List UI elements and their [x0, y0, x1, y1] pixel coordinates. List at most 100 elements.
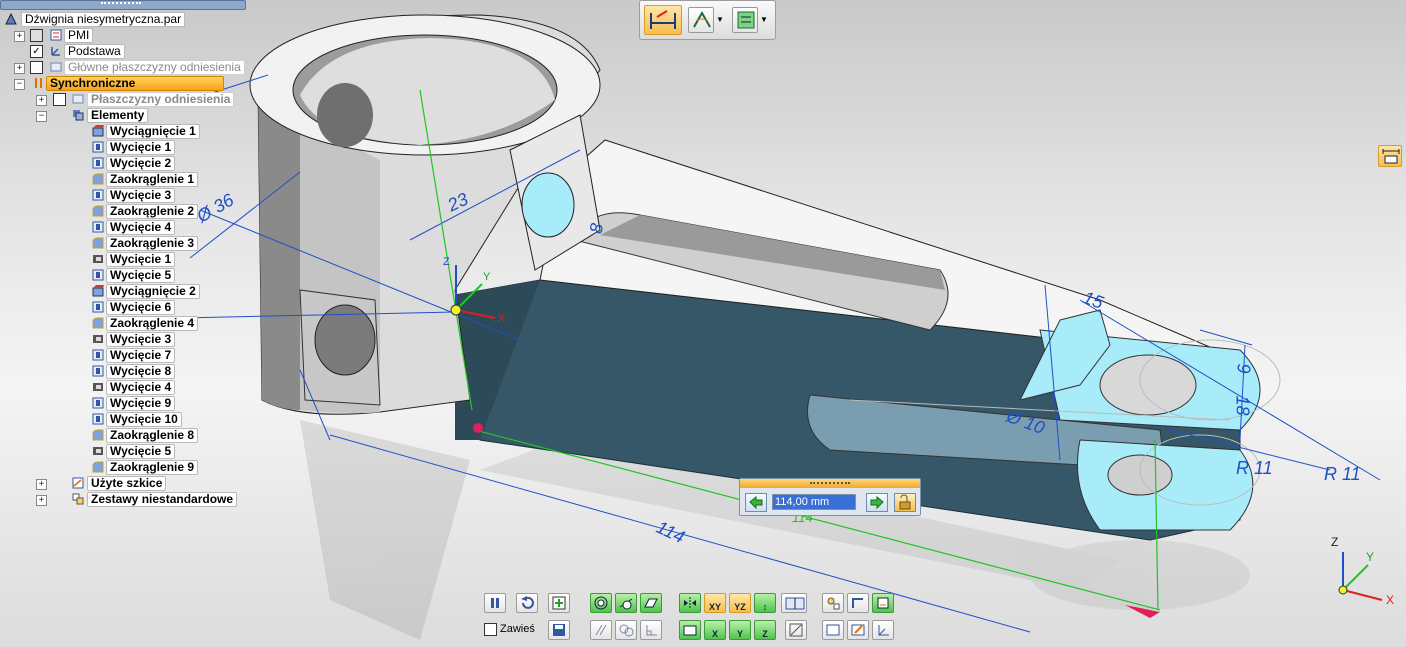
tree-item-feature[interactable]: Wycięcie 7: [106, 348, 176, 363]
hang-checkbox[interactable]: [484, 623, 497, 636]
tree-item-feature[interactable]: Wycięcie 6: [106, 300, 176, 315]
tree-item-pmi[interactable]: PMI: [64, 28, 94, 43]
coordinate-dimension-button[interactable]: [732, 7, 758, 33]
perpendicular-icon: [646, 625, 657, 636]
axis-button[interactable]: [872, 620, 894, 640]
dimension-radius-11-outer[interactable]: R 11: [1324, 464, 1361, 485]
tree-item-custom-sets[interactable]: Zestawy niestandardowe: [87, 492, 238, 507]
face-relate-button[interactable]: [822, 620, 844, 640]
tree-item-reference-planes[interactable]: Płaszczyzny odniesienia: [87, 92, 235, 107]
expand-toggle-reference-planes[interactable]: +: [36, 95, 47, 106]
checkbox-podstawa[interactable]: ✓: [30, 45, 43, 58]
coordinate-dropdown-arrow[interactable]: ▼: [760, 15, 768, 24]
checkbox-main-planes[interactable]: [30, 61, 43, 74]
tree-item-feature[interactable]: Zaokrąglenie 8: [106, 428, 199, 443]
tree-item-feature[interactable]: Zaokrąglenie 2: [106, 204, 199, 219]
perpendicular-button[interactable]: [640, 620, 662, 640]
tree-item-features[interactable]: Elementy: [87, 108, 149, 123]
cutout-icon: [92, 189, 104, 201]
tree-item-feature[interactable]: Zaokrąglenie 3: [106, 236, 199, 251]
symmetry-yz-button[interactable]: YZ: [729, 593, 751, 613]
symmetric-button[interactable]: [615, 620, 637, 640]
hole-cutout-icon: [93, 383, 103, 391]
dimension-value-editor[interactable]: [739, 478, 921, 516]
editor-drag-handle[interactable]: [740, 479, 920, 488]
symmetry-zx-button[interactable]: ↕: [754, 593, 776, 613]
face-relate-icon: [826, 624, 840, 636]
tree-item-feature[interactable]: Zaokrąglenie 1: [106, 172, 199, 187]
hole-cutout-icon: [93, 335, 103, 343]
coordinate-dimension-icon: [737, 11, 755, 29]
symmetry-settings-button[interactable]: [781, 593, 807, 613]
save-state-button[interactable]: [548, 620, 570, 640]
align-x-button[interactable]: X: [704, 620, 726, 640]
accept-button[interactable]: [548, 593, 570, 613]
tree-item-feature[interactable]: Wyciągnięcie 2: [106, 284, 200, 299]
expand-toggle-pmi[interactable]: +: [14, 31, 25, 42]
tree-item-feature[interactable]: Wycięcie 3: [106, 188, 176, 203]
dimension-value-input[interactable]: [772, 494, 856, 510]
collapse-toggle-features[interactable]: −: [36, 111, 47, 122]
concentric-button[interactable]: [590, 593, 612, 613]
pathfinder-drag-bar[interactable]: [0, 0, 246, 10]
tree-item-feature[interactable]: Zaokrąglenie 9: [106, 460, 199, 475]
symmetry-settings-icon: [785, 597, 805, 610]
pathfinder-tree[interactable]: Dźwignia niesymetryczna.par + PMI ✓ Pods…: [0, 0, 250, 520]
tree-item-feature[interactable]: Wycięcie 1: [106, 252, 176, 267]
tangent-button[interactable]: [615, 593, 637, 613]
dimension-18[interactable]: 18: [1232, 395, 1253, 415]
tree-item-feature[interactable]: Wycięcie 5: [106, 268, 176, 283]
select-connected-button[interactable]: [822, 593, 844, 613]
tree-item-feature[interactable]: Wycięcie 4: [106, 220, 176, 235]
select-face-icon: [852, 598, 863, 608]
align-z-button[interactable]: Z: [754, 620, 776, 640]
tree-item-feature[interactable]: Wycięcie 5: [106, 444, 176, 459]
checkbox-reference-planes[interactable]: [53, 93, 66, 106]
features-icon: [73, 110, 84, 121]
symmetry-xy-button[interactable]: XY: [704, 593, 726, 613]
tree-item-feature[interactable]: Wycięcie 1: [106, 140, 176, 155]
live-rules-button[interactable]: [872, 593, 894, 613]
checkbox-pmi[interactable]: [30, 29, 43, 42]
tree-item-feature[interactable]: Zaokrąglenie 4: [106, 316, 199, 331]
symmetry-button[interactable]: [679, 593, 701, 613]
coplanar-button[interactable]: [640, 593, 662, 613]
collapse-toggle-synchronous[interactable]: −: [14, 79, 25, 90]
tree-item-synchronous[interactable]: Synchroniczne: [46, 76, 224, 91]
expand-toggle-main-planes[interactable]: +: [14, 63, 25, 74]
align-face-button[interactable]: [679, 620, 701, 640]
tree-item-feature[interactable]: Wycięcie 4: [106, 380, 176, 395]
angle-dropdown-arrow[interactable]: ▼: [716, 15, 724, 24]
tree-item-feature[interactable]: Wycięcie 2: [106, 156, 176, 171]
pause-icon: [491, 598, 499, 608]
custom-sets-icon: [72, 493, 84, 505]
smart-dimension-button[interactable]: [644, 5, 682, 35]
rigid-button[interactable]: [785, 620, 807, 640]
lock-button[interactable]: [894, 493, 916, 512]
dimension-panel-button[interactable]: [1378, 145, 1402, 167]
expand-toggle-used-sketches[interactable]: +: [36, 479, 47, 490]
dimension-radius-11[interactable]: R 11: [1236, 458, 1273, 479]
pause-button[interactable]: [484, 593, 506, 613]
tree-item-feature[interactable]: Wycięcie 10: [106, 412, 182, 427]
direction-right-button[interactable]: [866, 493, 888, 512]
round-icon: [92, 317, 104, 329]
undo-button[interactable]: [516, 593, 538, 613]
select-face-button[interactable]: [847, 593, 869, 613]
dimension-9[interactable]: 9: [1233, 363, 1254, 373]
tree-item-podstawa[interactable]: Podstawa: [64, 44, 125, 59]
align-y-button[interactable]: Y: [729, 620, 751, 640]
tree-item-feature[interactable]: Wycięcie 9: [106, 396, 176, 411]
plus-page-icon: [552, 596, 566, 610]
angle-dimension-button[interactable]: [688, 7, 714, 33]
parallel-button[interactable]: [590, 620, 612, 640]
direction-left-button[interactable]: [745, 493, 767, 512]
tree-item-feature[interactable]: Wycięcie 3: [106, 332, 176, 347]
tree-item-feature[interactable]: Wycięcie 8: [106, 364, 176, 379]
tree-item-feature[interactable]: Wyciągnięcie 1: [106, 124, 200, 139]
edit-definition-button[interactable]: [847, 620, 869, 640]
select-connected-icon: [827, 597, 840, 610]
expand-toggle-custom-sets[interactable]: +: [36, 495, 47, 506]
tree-item-main-planes[interactable]: Główne płaszczyzny odniesienia: [64, 60, 245, 75]
tree-item-used-sketches[interactable]: Użyte szkice: [87, 476, 167, 491]
